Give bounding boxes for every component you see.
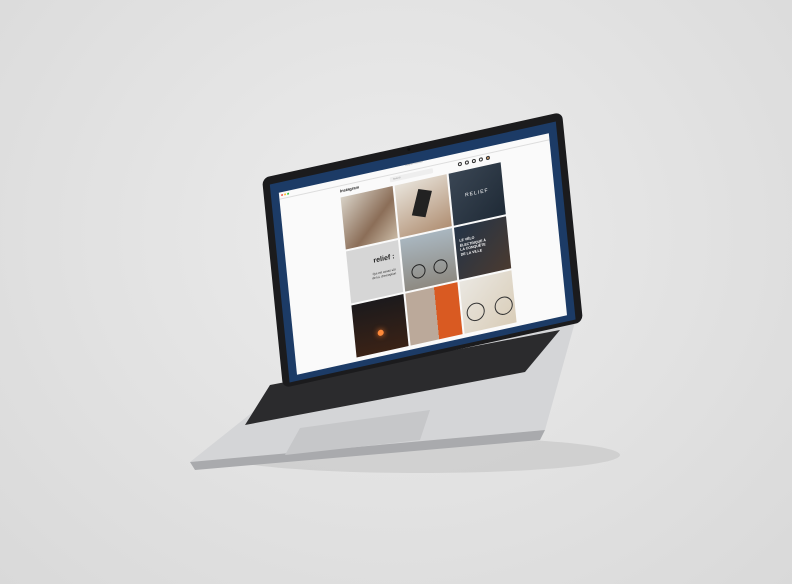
post-phone[interactable]	[394, 174, 452, 238]
post-woman[interactable]	[340, 186, 398, 250]
avatar[interactable]	[485, 155, 491, 161]
post-gold-bike[interactable]	[459, 270, 517, 334]
minimize-icon[interactable]	[284, 193, 287, 196]
post-orange-wall[interactable]	[405, 282, 463, 346]
post-rider[interactable]	[400, 228, 458, 292]
post-bike-light[interactable]	[351, 294, 409, 358]
maximize-icon[interactable]	[287, 192, 290, 195]
close-icon[interactable]	[281, 193, 284, 197]
post-relief-definition[interactable]: relief : Qui est assez sûr de lui, d'exce…	[346, 240, 404, 304]
webcam	[407, 147, 411, 152]
home-icon[interactable]	[457, 161, 463, 167]
explore-icon[interactable]	[471, 158, 477, 164]
direct-icon[interactable]	[464, 160, 470, 165]
post-grid: RELIEF relief : Qui est assez sûr de lui,…	[340, 162, 517, 358]
heart-icon[interactable]	[478, 157, 484, 162]
url-bar[interactable]: instagram.com/relief	[405, 161, 423, 167]
post-city-ebike[interactable]: LE VÉLO ÉLECTRIQUE À LA CONQUÊTE DE LA V…	[454, 216, 512, 280]
post-relief-logo[interactable]: RELIEF	[448, 162, 506, 226]
